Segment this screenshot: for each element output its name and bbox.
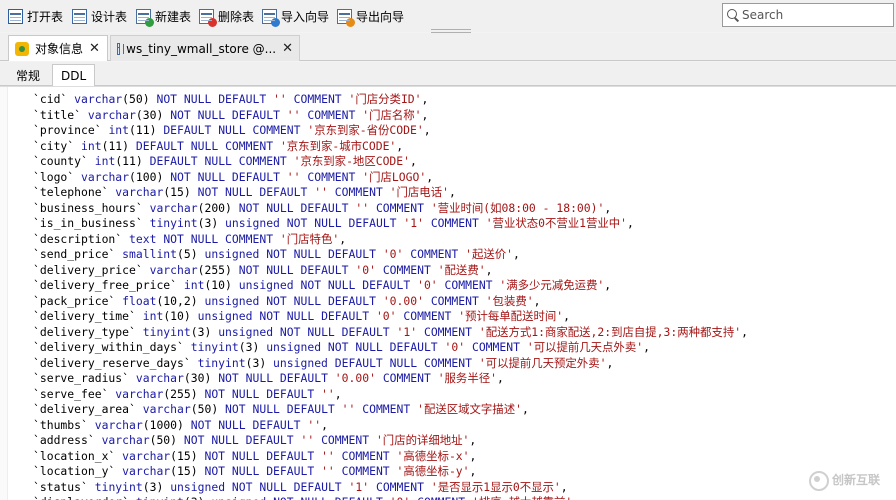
editor-gutter — [0, 87, 8, 500]
sub-tab-bar: 常规 DDL — [0, 62, 896, 86]
ddl-code: `cid` varchar(50) NOT NULL DEFAULT '' CO… — [33, 92, 748, 500]
table-new-icon — [136, 8, 154, 27]
search-input[interactable] — [742, 8, 882, 22]
close-icon[interactable]: ✕ — [282, 41, 293, 56]
ddl-line: `delivery_area` varchar(50) NOT NULL DEF… — [33, 402, 529, 416]
watermark-text: 创新互联 — [832, 472, 881, 487]
new-table-button[interactable]: 新建表 — [136, 6, 192, 27]
ddl-line: `send_price` smallint(5) unsigned NOT NU… — [33, 247, 520, 261]
ddl-line: `serve_fee` varchar(255) NOT NULL DEFAUL… — [33, 386, 342, 401]
new-table-label: 新建表 — [155, 9, 192, 24]
ddl-line: `delivery_price` varchar(255) NOT NULL D… — [33, 262, 493, 277]
ddl-line: `delivery_within_days` tinyint(3) unsign… — [33, 340, 650, 354]
ddl-line: `delivery_type` tinyint(3) unsigned NOT … — [33, 324, 748, 339]
main-toolbar: 打开表 设计表 新建表 删除表 导入向导 导出向导 — [0, 0, 896, 32]
open-table-label: 打开表 — [27, 9, 64, 24]
table-icon — [117, 42, 125, 55]
tab-bar: 对象信息 ✕ ws_tiny_wmall_store @... ✕ — [0, 33, 896, 61]
ddl-line: `description` text NOT NULL COMMENT '门店特… — [33, 231, 347, 246]
ddl-line: `delivery_reserve_days` tinyint(3) unsig… — [33, 355, 614, 370]
import-wizard-label: 导入向导 — [281, 9, 330, 24]
design-table-label: 设计表 — [91, 9, 128, 24]
ddl-editor[interactable]: `cid` varchar(50) NOT NULL DEFAULT '' CO… — [0, 86, 896, 500]
ddl-line: `serve_radius` varchar(30) NOT NULL DEFA… — [33, 371, 504, 385]
design-table-button[interactable]: 设计表 — [72, 6, 127, 26]
ddl-line: `pack_price` float(10,2) unsigned NOT NU… — [33, 293, 541, 308]
search-box[interactable] — [722, 3, 894, 27]
ddl-line: `county` int(11) DEFAULT NULL COMMENT '京… — [33, 154, 417, 168]
export-wizard-button[interactable]: 导出向导 — [337, 6, 405, 27]
ddl-line: `city` int(11) DEFAULT NULL COMMENT '京东到… — [33, 138, 404, 153]
tab-object-info[interactable]: 对象信息 ✕ — [8, 35, 108, 61]
export-wizard-label: 导出向导 — [356, 9, 405, 24]
delete-table-button[interactable]: 删除表 — [199, 6, 255, 27]
subtab-general[interactable]: 常规 — [8, 64, 48, 86]
table-delete-icon — [199, 8, 217, 27]
import-wizard-icon — [262, 8, 280, 27]
table-open-icon — [8, 8, 23, 24]
ddl-line: `displayorder` tinyint(3) unsigned NOT N… — [33, 495, 748, 500]
ddl-line: `address` varchar(50) NOT NULL DEFAULT '… — [33, 433, 477, 447]
ddl-line: `location_x` varchar(15) NOT NULL DEFAUL… — [33, 448, 477, 463]
open-table-button[interactable]: 打开表 — [8, 6, 63, 26]
table-design-icon — [72, 8, 87, 24]
ddl-line: `delivery_free_price` int(10) unsigned N… — [33, 278, 612, 292]
subtab-ddl[interactable]: DDL — [52, 64, 96, 86]
ddl-line: `status` tinyint(3) unsigned NOT NULL DE… — [33, 479, 568, 494]
ddl-line: `title` varchar(30) NOT NULL DEFAULT '' … — [33, 107, 429, 122]
ddl-line: `is_in_business` tinyint(3) unsigned NOT… — [33, 216, 634, 230]
ddl-line: `delivery_time` int(10) unsigned NOT NUL… — [33, 309, 570, 323]
tab-object-info-label: 对象信息 — [35, 42, 84, 56]
ddl-line: `cid` varchar(50) NOT NULL DEFAULT '' CO… — [33, 92, 429, 106]
import-wizard-button[interactable]: 导入向导 — [262, 6, 330, 27]
export-wizard-icon — [337, 8, 355, 27]
ddl-line: `business_hours` varchar(200) NOT NULL D… — [33, 200, 612, 215]
ddl-line: `telephone` varchar(15) NOT NULL DEFAULT… — [33, 185, 456, 199]
close-icon[interactable]: ✕ — [89, 41, 100, 56]
ddl-line: `logo` varchar(100) NOT NULL DEFAULT '' … — [33, 169, 434, 184]
tab-table-ddl[interactable]: ws_tiny_wmall_store @... ✕ — [110, 35, 300, 61]
watermark-logo-icon — [806, 468, 829, 491]
watermark: 创新互联 — [806, 468, 881, 491]
ddl-line: `thumbs` varchar(1000) NOT NULL DEFAULT … — [33, 417, 328, 432]
ddl-line: `province` int(11) DEFAULT NULL COMMENT … — [33, 123, 431, 137]
search-icon — [727, 9, 739, 21]
object-info-icon — [15, 41, 29, 56]
delete-table-label: 删除表 — [218, 9, 255, 24]
tab-table-ddl-label: ws_tiny_wmall_store @... — [126, 41, 277, 56]
ddl-line: `location_y` varchar(15) NOT NULL DEFAUL… — [33, 464, 477, 478]
